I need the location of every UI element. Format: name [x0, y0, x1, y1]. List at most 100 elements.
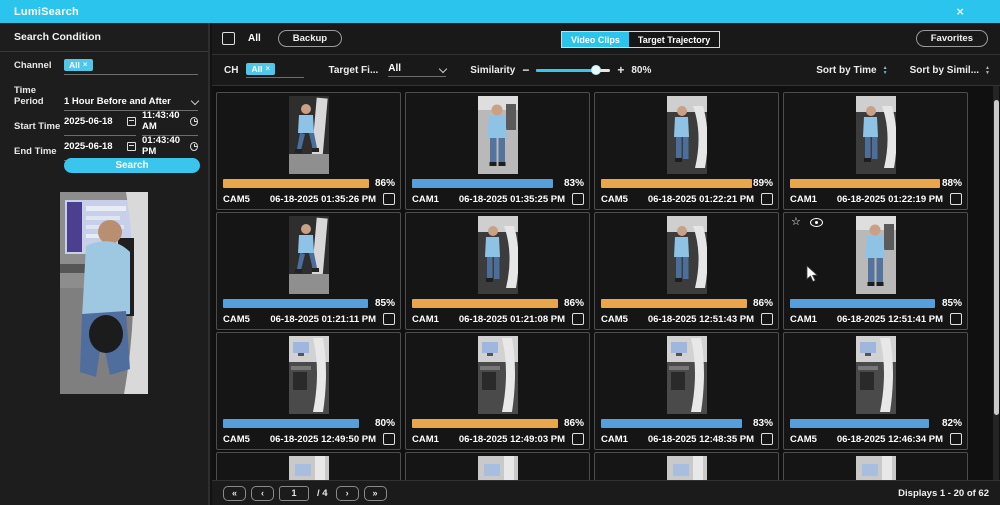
clip-thumbnail[interactable]	[667, 96, 707, 174]
clip-checkbox[interactable]	[761, 433, 773, 445]
clip-timestamp: 06-18-2025 01:21:11 PM	[270, 314, 376, 325]
clip-card[interactable]: ☆ 85% CAM5 06-18-2025 01:21:11 PM	[216, 212, 401, 330]
start-clock-field[interactable]: 11:43:40 AM	[142, 110, 198, 136]
page-number-input[interactable]: 1	[279, 486, 309, 501]
clip-thumbnail[interactable]	[856, 216, 896, 294]
target-filter-select[interactable]: All	[388, 63, 446, 77]
page-total: / 4	[317, 488, 328, 499]
camera-label: CAM1	[412, 434, 439, 445]
clip-thumbnail[interactable]	[667, 456, 707, 480]
clip-card[interactable]: ☆ 86% CAM1 06-18-2025 12:49:03 PM	[405, 332, 590, 450]
channel-label: Channel	[14, 60, 64, 75]
clip-card[interactable]: ☆ 82% CAM5 06-18-2025 12:46:34 PM	[783, 332, 968, 450]
similarity-slider[interactable]	[536, 65, 610, 75]
calendar-icon[interactable]	[127, 117, 136, 126]
clip-card[interactable]: ☆	[783, 452, 968, 480]
clip-checkbox[interactable]	[572, 313, 584, 325]
clip-card[interactable]: ☆	[216, 452, 401, 480]
clip-thumbnail[interactable]	[856, 336, 896, 414]
clip-thumbnail[interactable]	[667, 216, 707, 294]
clip-card[interactable]: ☆	[594, 452, 779, 480]
results-panel: All Backup Video Clips Target Trajectory…	[212, 23, 1000, 505]
clock-icon[interactable]	[190, 142, 198, 151]
backup-button[interactable]: Backup	[278, 30, 342, 47]
clip-card[interactable]: ☆ 88% CAM1 06-18-2025 01:22:19 PM	[783, 92, 968, 210]
channel-field[interactable]: All×	[64, 59, 198, 75]
clip-thumbnail[interactable]	[289, 216, 329, 294]
clip-thumbnail[interactable]	[289, 456, 329, 480]
clip-thumbnail[interactable]	[856, 456, 896, 480]
clip-thumbnail[interactable]	[478, 456, 518, 480]
prev-page-button[interactable]: ‹	[251, 486, 274, 501]
tab-target-trajectory[interactable]: Target Trajectory	[629, 32, 719, 47]
clip-card[interactable]: ☆ 86% CAM5 06-18-2025 01:35:26 PM	[216, 92, 401, 210]
similarity-percent: 85%	[375, 298, 395, 309]
chip-close-icon[interactable]: ×	[265, 64, 270, 74]
time-period-select[interactable]: 1 Hour Before and After	[64, 96, 198, 111]
clip-checkbox[interactable]	[572, 433, 584, 445]
search-button[interactable]: Search	[64, 158, 200, 173]
favorite-star-icon[interactable]: ☆	[791, 217, 801, 228]
clip-card[interactable]: ☆ 89% CAM5 06-18-2025 01:22:21 PM	[594, 92, 779, 210]
select-all-checkbox[interactable]	[222, 32, 235, 45]
clip-info-row: CAM5 06-18-2025 12:51:43 PM	[601, 313, 773, 325]
close-icon[interactable]: ×	[956, 4, 964, 19]
clip-checkbox[interactable]	[950, 193, 962, 205]
clip-card[interactable]: ☆ 80% CAM5 06-18-2025 12:49:50 PM	[216, 332, 401, 450]
clip-thumbnail[interactable]	[478, 336, 518, 414]
clip-checkbox[interactable]	[383, 433, 395, 445]
clip-card[interactable]: ☆ 86% CAM1 06-18-2025 01:21:08 PM	[405, 212, 590, 330]
clip-timestamp: 06-18-2025 12:48:35 PM	[648, 434, 754, 445]
clip-thumbnail[interactable]	[478, 96, 518, 174]
clip-timestamp: 06-18-2025 12:49:50 PM	[270, 434, 376, 445]
similarity-bar-row: 85%	[790, 298, 962, 309]
sort-arrows-icon[interactable]: ▲▼	[883, 66, 888, 76]
clip-card[interactable]: ☆ 85% CAM1 06-18-2025 12:51:41 PM	[783, 212, 968, 330]
sort-by-time[interactable]: Sort by Time ▲▼	[816, 65, 887, 76]
clock-icon[interactable]	[190, 117, 198, 126]
tab-video-clips[interactable]: Video Clips	[562, 32, 629, 47]
clip-checkbox[interactable]	[761, 313, 773, 325]
sort-by-similarity[interactable]: Sort by Simil... ▲▼	[910, 65, 990, 76]
first-page-button[interactable]: «	[223, 486, 246, 501]
preview-eye-icon[interactable]	[810, 218, 823, 227]
camera-label: CAM1	[412, 194, 439, 205]
last-page-button[interactable]: »	[364, 486, 387, 501]
ch-filter-field[interactable]: All×	[246, 63, 304, 78]
chip-close-icon[interactable]: ×	[83, 60, 88, 70]
clip-checkbox[interactable]	[950, 313, 962, 325]
clip-thumbnail[interactable]	[856, 96, 896, 174]
sort-arrows-icon[interactable]: ▲▼	[985, 66, 990, 76]
vertical-scrollbar[interactable]	[993, 86, 999, 480]
app-title: LumiSearch	[14, 6, 79, 18]
clip-thumbnail[interactable]	[667, 336, 707, 414]
similarity-percent: 86%	[753, 298, 773, 309]
clip-checkbox[interactable]	[383, 313, 395, 325]
favorites-button[interactable]: Favorites	[916, 30, 988, 47]
clip-card[interactable]: ☆	[405, 452, 590, 480]
clip-info-row: CAM5 06-18-2025 01:22:21 PM	[601, 193, 773, 205]
clip-timestamp: 06-18-2025 01:21:08 PM	[459, 314, 565, 325]
clip-timestamp: 06-18-2025 12:51:43 PM	[648, 314, 754, 325]
camera-label: CAM5	[223, 194, 250, 205]
clip-thumbnail[interactable]	[289, 96, 329, 174]
clip-card[interactable]: ☆ 83% CAM1 06-18-2025 12:48:35 PM	[594, 332, 779, 450]
clip-checkbox[interactable]	[383, 193, 395, 205]
clip-checkbox[interactable]	[761, 193, 773, 205]
start-date-field[interactable]: 2025-06-18	[64, 110, 136, 136]
clip-thumbnail[interactable]	[289, 336, 329, 414]
clip-card[interactable]: ☆ 83% CAM1 06-18-2025 01:35:25 PM	[405, 92, 590, 210]
calendar-icon[interactable]	[127, 142, 136, 151]
next-page-button[interactable]: ›	[336, 486, 359, 501]
similarity-bar	[223, 299, 368, 308]
clip-checkbox[interactable]	[950, 433, 962, 445]
similarity-plus-button[interactable]: +	[617, 63, 624, 77]
similarity-minus-button[interactable]: −	[522, 63, 529, 77]
channel-chip[interactable]: All×	[64, 59, 93, 71]
clip-thumbnail[interactable]	[478, 216, 518, 294]
clip-checkbox[interactable]	[572, 193, 584, 205]
ch-chip[interactable]: All×	[246, 63, 275, 75]
clip-card[interactable]: ☆ 86% CAM5 06-18-2025 12:51:43 PM	[594, 212, 779, 330]
slider-thumb[interactable]	[591, 65, 601, 75]
scrollbar-thumb[interactable]	[994, 100, 999, 415]
